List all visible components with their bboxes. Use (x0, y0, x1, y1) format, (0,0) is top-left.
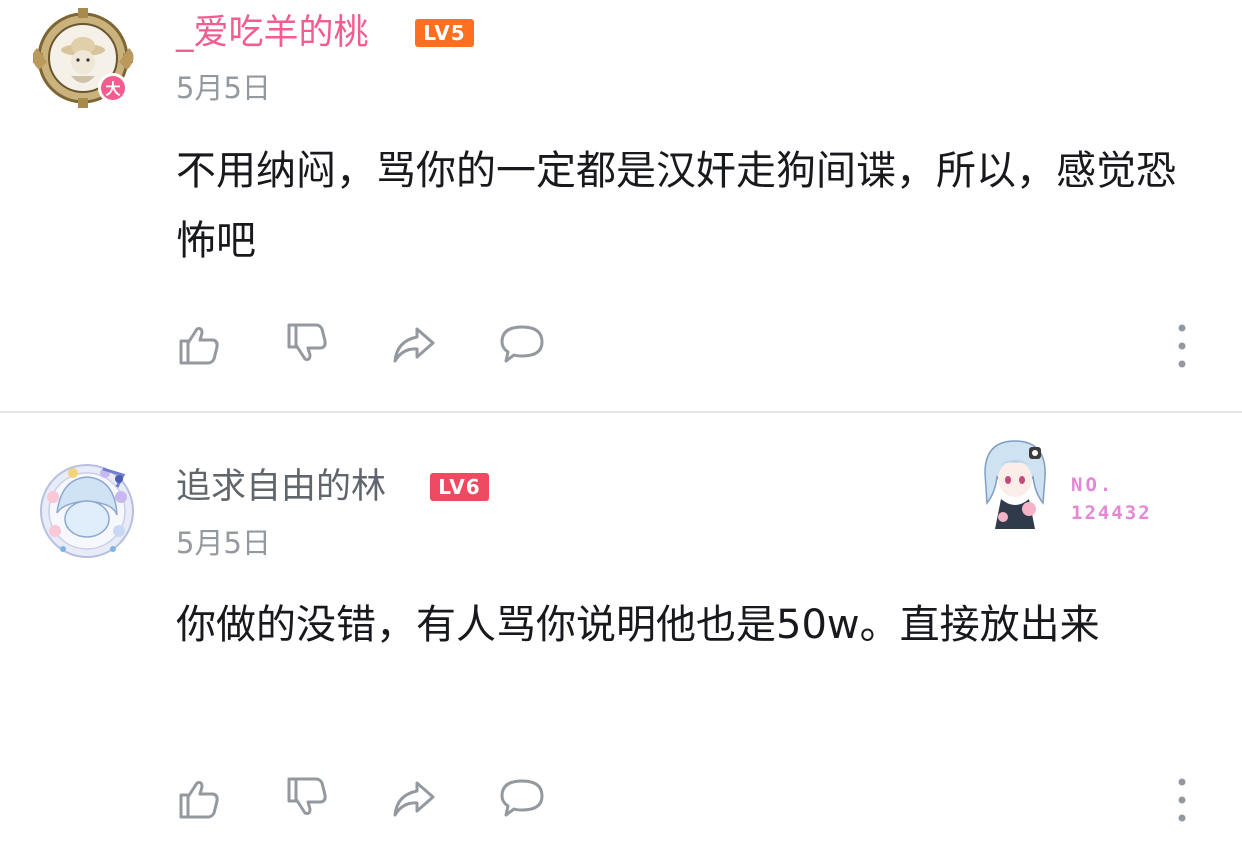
more-button[interactable] (1154, 770, 1210, 826)
comment-list: 大 _爱吃羊的桃 LV5 5月5日 不用纳闷，骂你的一定都是汉奸走狗间谍，所以，… (0, 0, 1242, 845)
comment-text: 不用纳闷，骂你的一定都是汉奸走狗间谍，所以，感觉恐怖吧 (176, 148, 1176, 264)
dislike-icon (287, 323, 327, 361)
comment-text: 你做的没错，有人骂你说明他也是50w。直接放出来 (176, 602, 1100, 648)
like-icon (179, 781, 219, 819)
like-button[interactable] (170, 770, 226, 826)
share-icon (393, 781, 435, 817)
like-icon (179, 327, 219, 365)
username[interactable]: 追求自由的林 (176, 467, 386, 507)
avatar[interactable]: 大 (32, 8, 141, 116)
comment-item: 大 _爱吃羊的桃 LV5 5月5日 不用纳闷，骂你的一定都是汉奸走狗间谍，所以，… (0, 0, 1242, 411)
username[interactable]: _爱吃羊的桃 (176, 13, 369, 53)
reply-icon (500, 325, 544, 363)
more-button[interactable] (1154, 316, 1210, 372)
avatar-image (40, 464, 134, 558)
avatar-badge-label: 大 (105, 80, 120, 98)
dislike-icon (287, 777, 327, 815)
level-badge: LV6 (430, 473, 489, 501)
share-icon (393, 327, 435, 363)
fan-badge-character-icon (984, 440, 1046, 529)
fan-badge-number: 124432 (1071, 502, 1152, 524)
reply-button[interactable] (494, 316, 550, 372)
dislike-button[interactable] (278, 316, 334, 372)
reply-button[interactable] (494, 770, 550, 826)
fan-badge[interactable]: NO. 124432 (975, 433, 1175, 533)
comment-date: 5月5日 (176, 71, 271, 105)
fan-badge-label: NO. (1071, 474, 1115, 496)
comment-actions (0, 316, 1242, 376)
dislike-button[interactable] (278, 770, 334, 826)
like-button[interactable] (170, 316, 226, 372)
share-button[interactable] (386, 316, 442, 372)
reply-icon (500, 779, 544, 817)
avatar-image: 大 (32, 8, 134, 108)
more-icon (1178, 324, 1186, 368)
comment-actions (0, 770, 1242, 830)
comment-item: 追求自由的林 LV6 5月5日 你做的没错，有人骂你说明他也是50w。直接放出来… (0, 413, 1242, 845)
share-button[interactable] (386, 770, 442, 826)
more-icon (1178, 778, 1186, 822)
level-badge: LV5 (415, 19, 474, 47)
comment-date: 5月5日 (176, 526, 271, 560)
avatar[interactable] (33, 457, 141, 565)
